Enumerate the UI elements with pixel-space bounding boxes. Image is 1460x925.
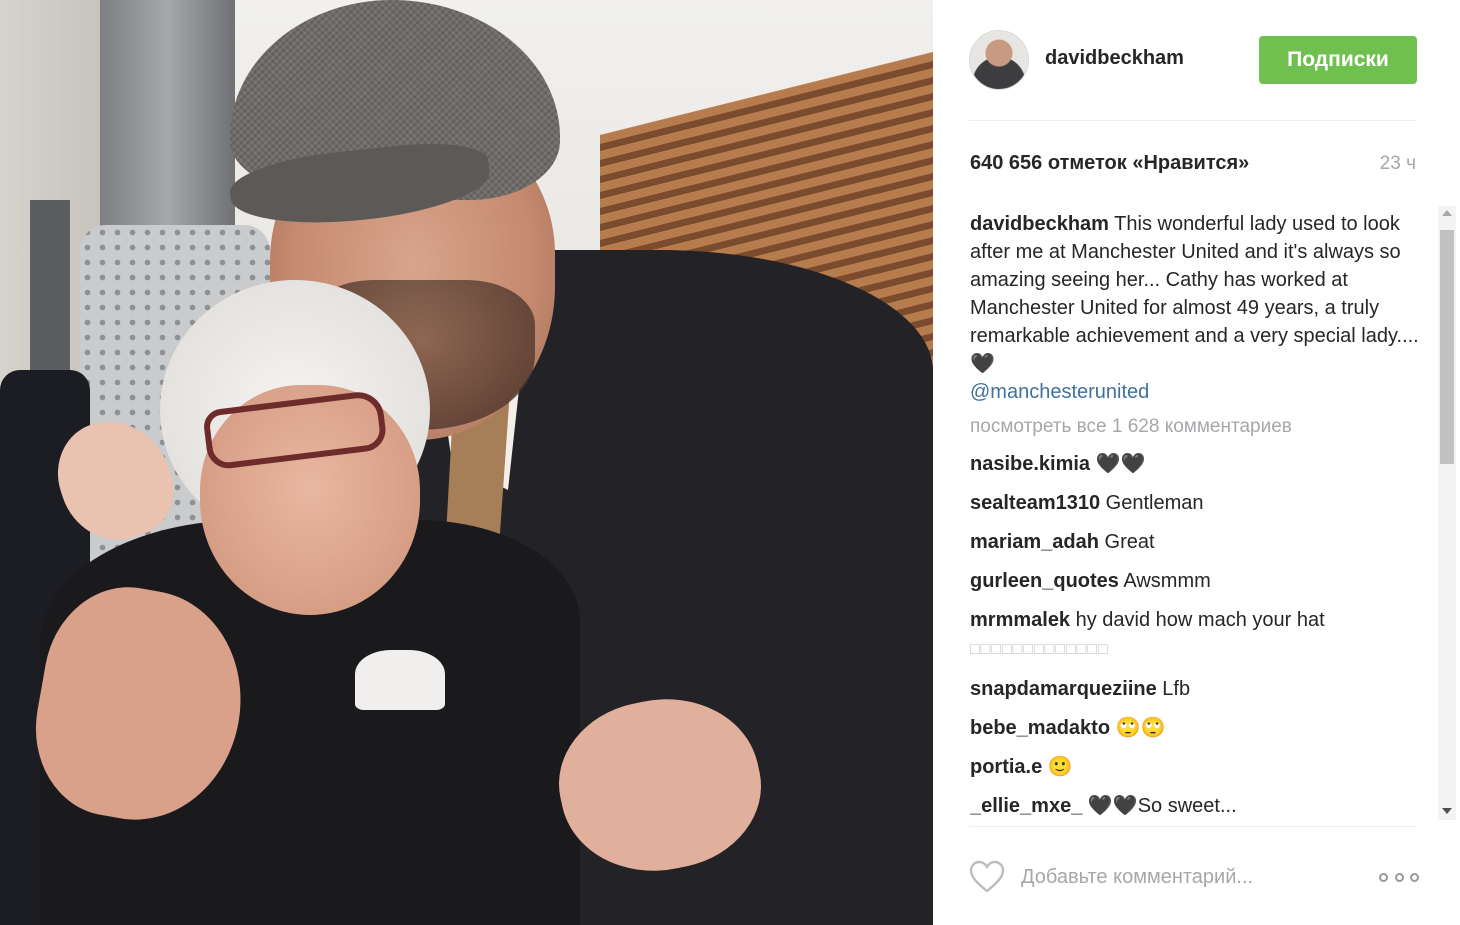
comment-item: snapdamarqueziine Lfb — [970, 675, 1420, 703]
comment-text: 🖤🖤So sweet... — [1087, 795, 1237, 817]
comment-author[interactable]: nasibe.kimia — [970, 453, 1090, 475]
dot-icon — [1394, 872, 1404, 882]
comment-text: 🖤🖤 — [1095, 453, 1146, 475]
photo-pillar — [100, 0, 235, 260]
scrollbar-thumb[interactable] — [1440, 230, 1454, 464]
comment-author[interactable]: gurleen_quotes — [970, 570, 1119, 592]
comment-input[interactable] — [1021, 862, 1351, 892]
scroll-up-arrow-icon[interactable] — [1442, 210, 1452, 216]
comment-item: mrmmalek hy david how mach your hat □□□□… — [970, 606, 1420, 664]
comment-author[interactable]: mrmmalek — [970, 609, 1070, 631]
post-caption: davidbeckham This wonderful lady used to… — [970, 210, 1420, 406]
caption-text: This wonderful lady used to look after m… — [970, 213, 1419, 375]
post-photo[interactable] — [0, 0, 933, 925]
comment-item: mariam_adah Great — [970, 528, 1420, 556]
comments-scrollbar[interactable] — [1438, 206, 1456, 820]
comment-unrendered-glyphs: □□□□□□□□□□□□□ — [970, 641, 1109, 658]
comment-item: sealteam1310 Gentleman — [970, 489, 1420, 517]
comment-text: Great — [1104, 531, 1155, 553]
comment-item: _ellie_mxe_ 🖤🖤So sweet... — [970, 792, 1420, 820]
likes-count[interactable]: 640 656 отметок «Нравится» — [970, 152, 1249, 175]
comment-item: nasibe.kimia 🖤🖤 — [970, 450, 1420, 478]
comment-text: 🙄🙄 — [1115, 717, 1166, 739]
comment-author[interactable]: sealteam1310 — [970, 492, 1100, 514]
more-options-icon[interactable] — [1379, 866, 1419, 888]
comment-item: portia.e 🙂 — [970, 753, 1420, 781]
post-time[interactable]: 23 ч — [1380, 153, 1416, 175]
post-footer — [933, 826, 1460, 925]
view-all-comments-link[interactable]: посмотреть все 1 628 комментариев — [970, 415, 1420, 439]
profile-avatar[interactable] — [969, 30, 1029, 90]
comment-author[interactable]: _ellie_mxe_ — [970, 795, 1082, 817]
comment-author[interactable]: portia.e — [970, 756, 1042, 778]
comment-item: bebe_madakto 🙄🙄 — [970, 714, 1420, 742]
comment-text: Awsmmm — [1123, 570, 1211, 592]
dot-icon — [1379, 872, 1388, 882]
comment-text: Lfb — [1162, 678, 1191, 700]
scroll-down-arrow-icon[interactable] — [1442, 808, 1452, 814]
caption-author[interactable]: davidbeckham — [970, 213, 1109, 235]
comment-text: Gentleman — [1105, 492, 1204, 514]
header-divider — [969, 120, 1417, 121]
comment-author[interactable]: snapdamarqueziine — [970, 678, 1157, 700]
comment-author[interactable]: bebe_madakto — [970, 717, 1110, 739]
post-details-panel: davidbeckham Подписки 640 656 отметок «Н… — [933, 0, 1460, 925]
dot-icon — [1410, 872, 1419, 882]
comments-list[interactable]: davidbeckham This wonderful lady used to… — [970, 210, 1420, 820]
comment-author[interactable]: mariam_adah — [970, 531, 1099, 553]
post-header: davidbeckham Подписки — [933, 0, 1460, 120]
caption-mention[interactable]: @manchesterunited — [970, 381, 1149, 403]
comment-item: gurleen_quotes Awsmmm — [970, 567, 1420, 595]
username-link[interactable]: davidbeckham — [1045, 47, 1184, 70]
follow-button[interactable]: Подписки — [1259, 36, 1417, 84]
heart-icon[interactable] — [969, 860, 1005, 894]
comment-text: hy david how mach your hat — [1075, 609, 1325, 631]
comment-text: 🙂 — [1047, 756, 1073, 778]
photo-woman-shirt — [355, 650, 445, 710]
